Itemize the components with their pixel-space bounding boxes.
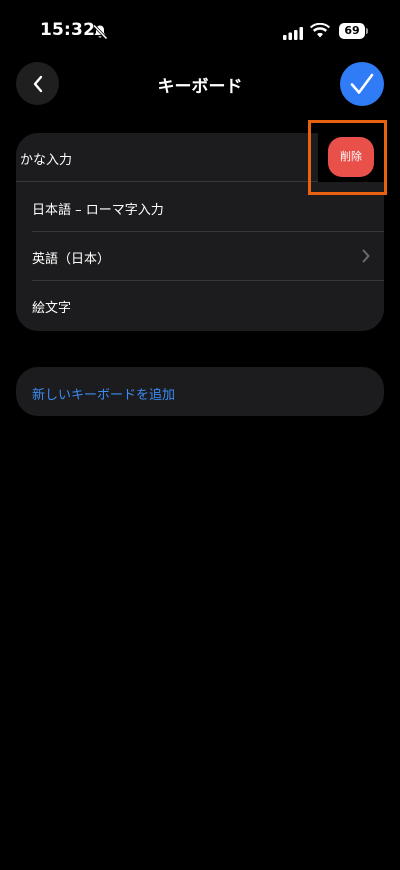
add-keyboard-button[interactable]: 新しいキーボードを追加 [16,367,384,416]
keyboard-row-label: 絵文字 [32,301,72,316]
battery-tip [366,28,368,34]
keyboard-row-label: 日本語 – ローマ字入力 [32,203,164,218]
status-time: 15:32 [40,20,96,40]
battery-level: 69 [339,23,365,39]
chevron-right-icon [362,249,370,263]
add-keyboard-label: 新しいキーボードを追加 [32,388,176,403]
chevron-left-icon [33,75,42,92]
delete-button[interactable]: 削除 [328,137,374,177]
keyboard-row-romaji[interactable]: 日本語 – ローマ字入力 [16,183,384,232]
checkmark-icon [350,73,374,94]
battery-icon: 69 [339,23,368,39]
keyboard-row-emoji[interactable]: 絵文字 [16,281,384,330]
wifi-icon [310,22,330,38]
status-bar: 15:32 69 [0,0,400,54]
keyboard-row-label: かな入力 [20,153,73,168]
done-button[interactable] [340,62,384,106]
keyboard-row-label: 英語（日本） [32,252,111,267]
cellular-signal-icon [283,25,304,40]
back-button[interactable] [16,62,59,105]
keyboard-row-english[interactable]: 英語（日本） [16,232,384,281]
bell-slash-icon [92,24,108,40]
page-title: キーボード [157,77,243,97]
